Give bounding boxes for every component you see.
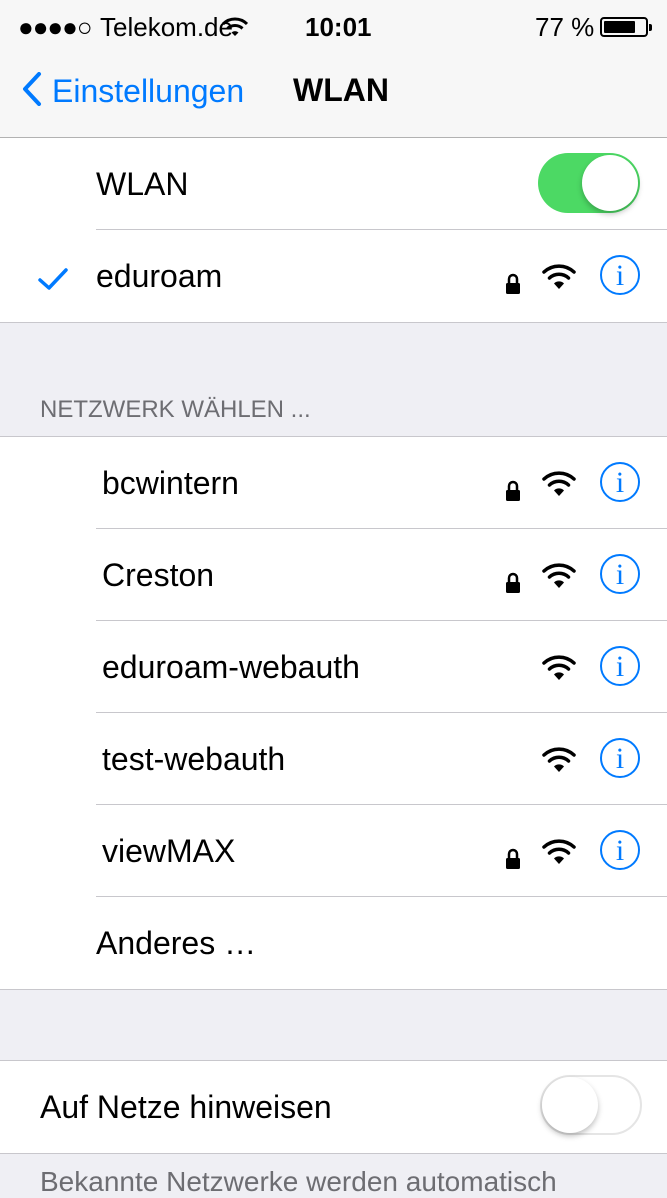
network-row[interactable]: eduroam-webauth i (0, 621, 667, 713)
lock-icon (505, 473, 521, 510)
lock-icon (505, 266, 521, 303)
other-network-row[interactable]: Anderes … (0, 897, 667, 989)
other-network-label: Anderes … (96, 925, 257, 961)
wifi-signal-icon (542, 468, 576, 505)
network-name: viewMAX (102, 833, 236, 869)
toggle-knob (582, 155, 638, 211)
info-icon[interactable]: i (600, 738, 640, 778)
carrier-name: Telekom.de (100, 12, 233, 42)
battery-percent: 77 % (535, 12, 595, 42)
ask-to-join-group: Auf Netze hinweisen (0, 1060, 667, 1154)
network-row[interactable]: viewMAX i (0, 805, 667, 897)
footer-text: Bekannte Netzwerke werden automatisch (40, 1166, 557, 1197)
page-title: WLAN (293, 72, 389, 108)
signal-strength: ●●●●○ (18, 12, 93, 42)
ask-to-join-label: Auf Netze hinweisen (40, 1089, 332, 1125)
wifi-signal-icon (542, 836, 576, 873)
navigation-bar: Einstellungen WLAN (0, 50, 667, 138)
info-icon[interactable]: i (600, 462, 640, 502)
wifi-signal-icon (542, 744, 576, 781)
lock-icon (505, 841, 521, 878)
network-row[interactable]: bcwintern i (0, 437, 667, 529)
back-button-label: Einstellungen (52, 73, 245, 109)
network-name: bcwintern (102, 465, 239, 501)
wifi-signal-icon (542, 652, 576, 689)
network-name: Creston (102, 557, 215, 593)
network-name: test-webauth (102, 741, 286, 777)
wlan-toggle[interactable] (538, 153, 640, 213)
checkmark-icon (38, 262, 68, 299)
connected-network-name: eduroam (96, 258, 223, 294)
back-button[interactable]: Einstellungen (22, 72, 244, 110)
section-header: NETZWERK WÄHLEN ... (40, 396, 311, 423)
info-icon[interactable]: i (600, 646, 640, 686)
info-icon[interactable]: i (600, 554, 640, 594)
lock-icon (505, 565, 521, 602)
ask-to-join-toggle[interactable] (540, 1075, 642, 1135)
status-bar: ●●●●○ Telekom.de 10:01 77 % (0, 0, 667, 50)
wifi-signal-icon (542, 560, 576, 597)
wifi-signal-icon (542, 261, 576, 298)
wlan-label: WLAN (96, 166, 189, 202)
info-icon[interactable]: i (600, 830, 640, 870)
battery-icon (600, 17, 652, 37)
wlan-group: WLAN eduroam i (0, 138, 667, 323)
toggle-knob (542, 1077, 598, 1133)
wlan-toggle-row: WLAN (0, 138, 667, 230)
battery-fill (604, 21, 635, 33)
connected-network-row[interactable]: eduroam i (0, 230, 667, 323)
network-row[interactable]: test-webauth i (0, 713, 667, 805)
ask-to-join-row: Auf Netze hinweisen (0, 1061, 667, 1153)
wifi-status-icon (221, 13, 249, 44)
network-row[interactable]: Creston i (0, 529, 667, 621)
clock: 10:01 (305, 12, 372, 42)
network-name: eduroam-webauth (102, 649, 360, 685)
network-list: bcwintern i Creston i eduroam-webauth i test-w… (0, 436, 667, 990)
chevron-left-icon (23, 72, 41, 106)
info-icon[interactable]: i (600, 255, 640, 295)
